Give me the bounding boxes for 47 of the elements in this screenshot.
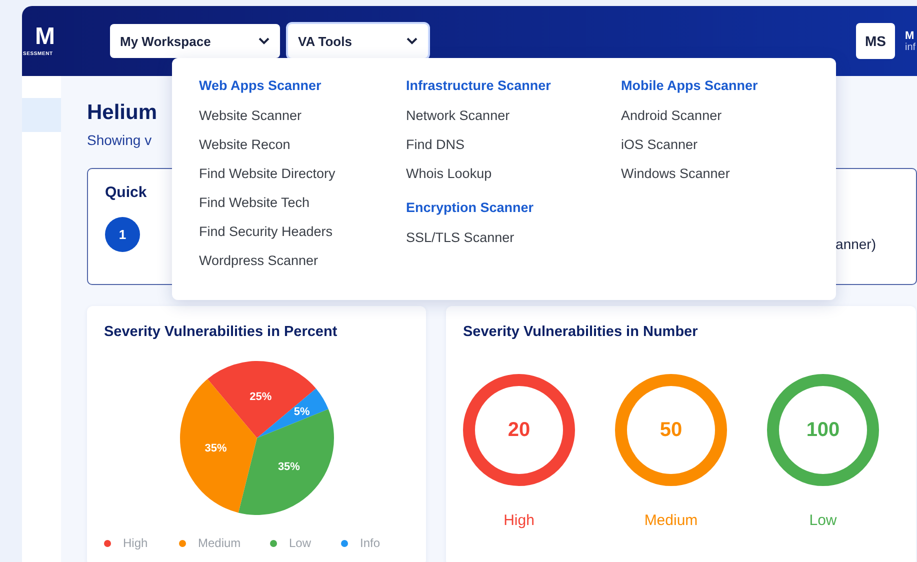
menu-section-title: Encryption Scanner bbox=[406, 200, 534, 215]
count-ring: 100 bbox=[767, 374, 879, 486]
menu-dropdown[interactable]: My Workspace bbox=[110, 24, 280, 58]
slice-label: 35% bbox=[277, 460, 300, 473]
menu-item[interactable]: Find Website Tech bbox=[199, 194, 310, 212]
user-avatar[interactable]: MS bbox=[856, 23, 895, 59]
legend-label: High bbox=[123, 536, 148, 550]
menu-section-title: Web Apps Scanner bbox=[199, 78, 322, 93]
slice-label: 25% bbox=[249, 390, 272, 403]
slice-label: 5% bbox=[293, 406, 310, 418]
count-ring: 50 bbox=[615, 374, 727, 486]
legend-label: Medium bbox=[198, 536, 241, 550]
slice-label: 35% bbox=[204, 442, 226, 455]
chevron-down-icon bbox=[258, 37, 270, 45]
step-number: 1 bbox=[105, 217, 140, 252]
sidebar-item[interactable] bbox=[22, 98, 61, 132]
menu-item[interactable]: Website Recon bbox=[199, 136, 290, 154]
menu-item[interactable]: Android Scanner bbox=[621, 106, 722, 124]
menu-item[interactable]: Find DNS bbox=[406, 136, 465, 154]
legend-label: Low bbox=[289, 536, 312, 550]
ring-label: High bbox=[504, 512, 534, 529]
menu-item[interactable]: Wordpress Scanner bbox=[199, 252, 318, 270]
menu-section-title: Mobile Apps Scanner bbox=[621, 78, 758, 93]
menu-item[interactable]: Whois Lookup bbox=[406, 164, 492, 182]
page-subtitle: Showing v bbox=[87, 132, 152, 148]
card-title: Quick bbox=[105, 184, 147, 201]
menu-item[interactable]: Find Security Headers bbox=[199, 222, 333, 240]
user-name: M bbox=[905, 30, 916, 42]
menu-item[interactable]: Network Scanner bbox=[406, 106, 510, 124]
menu-dropdown[interactable]: VA Tools bbox=[288, 24, 428, 58]
menu-item[interactable]: Windows Scanner bbox=[621, 164, 730, 182]
menu-item[interactable]: iOS Scanner bbox=[621, 136, 698, 154]
page-title: Helium bbox=[87, 100, 158, 126]
chevron-down-icon bbox=[406, 37, 418, 45]
count-ring: 20 bbox=[463, 374, 575, 486]
user-email: inf bbox=[905, 42, 917, 52]
menu-section-title: Infrastructure Scanner bbox=[406, 78, 551, 93]
logo: M bbox=[35, 25, 55, 49]
ring-label: Low bbox=[809, 512, 837, 529]
card-title: Severity Vulnerabilities in Number bbox=[463, 324, 698, 340]
menu-item[interactable]: Website Scanner bbox=[199, 106, 302, 124]
menu-item[interactable]: SSL/TLS Scanner bbox=[406, 228, 514, 246]
legend-label: Info bbox=[360, 536, 380, 550]
step-text: anner) bbox=[836, 236, 876, 254]
ring-label: Medium bbox=[644, 512, 698, 529]
menu-item[interactable]: Find Website Directory bbox=[199, 164, 336, 182]
card-title: Severity Vulnerabilities in Percent bbox=[104, 324, 338, 340]
